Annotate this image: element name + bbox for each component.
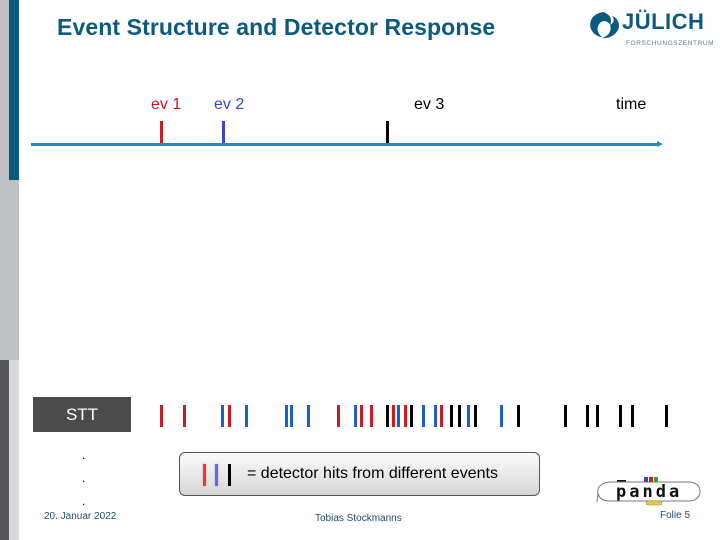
side-bar-decoration (9, 360, 19, 540)
event-marker-2 (222, 121, 225, 143)
detector-hit-black (517, 405, 520, 427)
detector-hit-red (337, 405, 340, 427)
detector-hit-blue (245, 405, 248, 427)
event-label-3: ev 3 (414, 96, 445, 113)
panda-logo-tail (596, 492, 599, 503)
detector-label-stt: STT (33, 397, 131, 432)
detector-hit-black (564, 405, 567, 427)
footer-page-number: Folie 5 (660, 510, 691, 521)
side-bar-decoration (0, 360, 9, 540)
detector-hit-blue (354, 405, 357, 427)
detector-hit-red (392, 405, 395, 427)
detector-hit-blue (422, 405, 425, 427)
detector-hit-black (619, 405, 622, 427)
event-label-1: ev 1 (151, 96, 182, 113)
side-bar-decoration (0, 0, 9, 360)
detector-hit-black (665, 405, 668, 427)
slide-title: Event Structure and Detector Response (57, 14, 496, 40)
detector-hit-red (228, 405, 231, 427)
event-label-2: ev 2 (214, 96, 245, 113)
event-marker-3 (386, 121, 389, 143)
detector-hit-black (586, 405, 589, 427)
detector-hit-red (370, 405, 373, 427)
detector-hit-black (631, 405, 634, 427)
event-marker-1 (160, 121, 163, 143)
legend-text: = detector hits from different events (247, 465, 498, 482)
panda-logo-macron (617, 480, 626, 482)
detector-hit-blue (290, 405, 293, 427)
footer-author: Tobias Stockmanns (315, 513, 402, 524)
side-bar-decoration (9, 180, 19, 360)
footer-date: 20. Januar 2022 (44, 511, 117, 522)
continuation-dot: . (82, 494, 86, 508)
panda-logo-text: panda (616, 482, 682, 502)
detector-hit-black (596, 405, 599, 427)
continuation-dot: . (82, 471, 86, 485)
panda-logo: panda (596, 477, 701, 506)
legend-hit-black (228, 464, 231, 486)
detector-hit-blue (467, 405, 470, 427)
detector-hit-black (410, 405, 413, 427)
detector-hit-blue (397, 405, 400, 427)
time-axis-arrowhead (657, 141, 663, 147)
legend-hit-blue (215, 464, 218, 486)
legend-box: = detector hits from different events (179, 452, 540, 496)
detector-hit-red (440, 405, 443, 427)
detector-hit-blue (285, 405, 288, 427)
juelich-swirl-icon (590, 12, 619, 39)
time-axis (31, 143, 659, 146)
juelich-logo: JÜLICH FORSCHUNGSZENTRUM (588, 8, 715, 52)
side-bar-accent (9, 0, 19, 180)
detector-hit-black (474, 405, 477, 427)
detector-hit-blue (434, 405, 437, 427)
legend-hit-red (203, 464, 206, 486)
detector-hit-red (160, 405, 163, 427)
detector-hit-blue (500, 405, 503, 427)
continuation-dot: . (82, 448, 86, 462)
logo-subtitle: FORSCHUNGSZENTRUM (626, 40, 715, 47)
detector-hit-red (360, 405, 363, 427)
detector-hit-red (183, 405, 186, 427)
detector-hit-blue (307, 405, 310, 427)
detector-hit-red (404, 405, 407, 427)
detector-hit-black (450, 405, 453, 427)
time-axis-label: time (616, 96, 647, 113)
detector-hit-black (458, 405, 461, 427)
logo-wordmark: JÜLICH (622, 9, 705, 34)
detector-hit-black (386, 405, 389, 427)
detector-hit-blue (221, 405, 224, 427)
